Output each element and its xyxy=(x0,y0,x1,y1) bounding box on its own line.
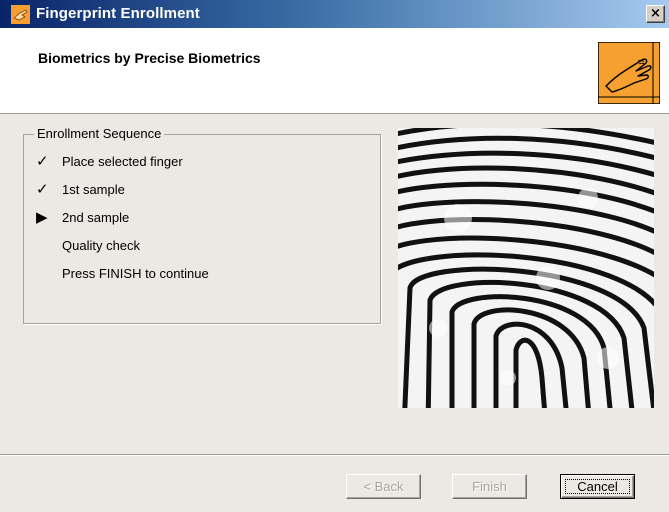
close-button[interactable]: × xyxy=(646,5,665,23)
enrollment-dialog: Fingerprint Enrollment × Biometrics by P… xyxy=(0,0,669,512)
step-label: Place selected finger xyxy=(62,154,183,169)
checkmark-icon: ✓ xyxy=(36,181,49,198)
fingerprint-scan-image xyxy=(398,128,654,408)
finish-button[interactable]: Finish xyxy=(452,474,527,499)
arrow-right-icon: ▶ xyxy=(36,209,48,226)
step-label: Press FINISH to continue xyxy=(62,266,209,281)
cancel-button[interactable]: Cancel xyxy=(560,474,635,499)
enrollment-sequence-group: Enrollment Sequence ✓ Place selected fin… xyxy=(23,126,381,324)
title-bar[interactable]: Fingerprint Enrollment × xyxy=(0,0,669,28)
focus-rect xyxy=(565,479,630,494)
back-button[interactable]: < Back xyxy=(346,474,421,499)
fingerprint-image xyxy=(398,128,654,408)
window-title: Fingerprint Enrollment xyxy=(36,5,200,22)
step-label: 2nd sample xyxy=(62,210,130,225)
header-title: Biometrics by Precise Biometrics xyxy=(38,50,261,66)
hand-fingerprint-icon xyxy=(598,42,660,104)
group-legend: Enrollment Sequence xyxy=(34,126,165,141)
step-label: Quality check xyxy=(62,238,141,253)
hand-fingerprint-icon xyxy=(11,5,30,24)
separator xyxy=(0,454,669,456)
step-label: 1st sample xyxy=(62,182,125,197)
header-banner: Biometrics by Precise Biometrics xyxy=(0,28,669,114)
checkmark-icon: ✓ xyxy=(36,153,49,170)
